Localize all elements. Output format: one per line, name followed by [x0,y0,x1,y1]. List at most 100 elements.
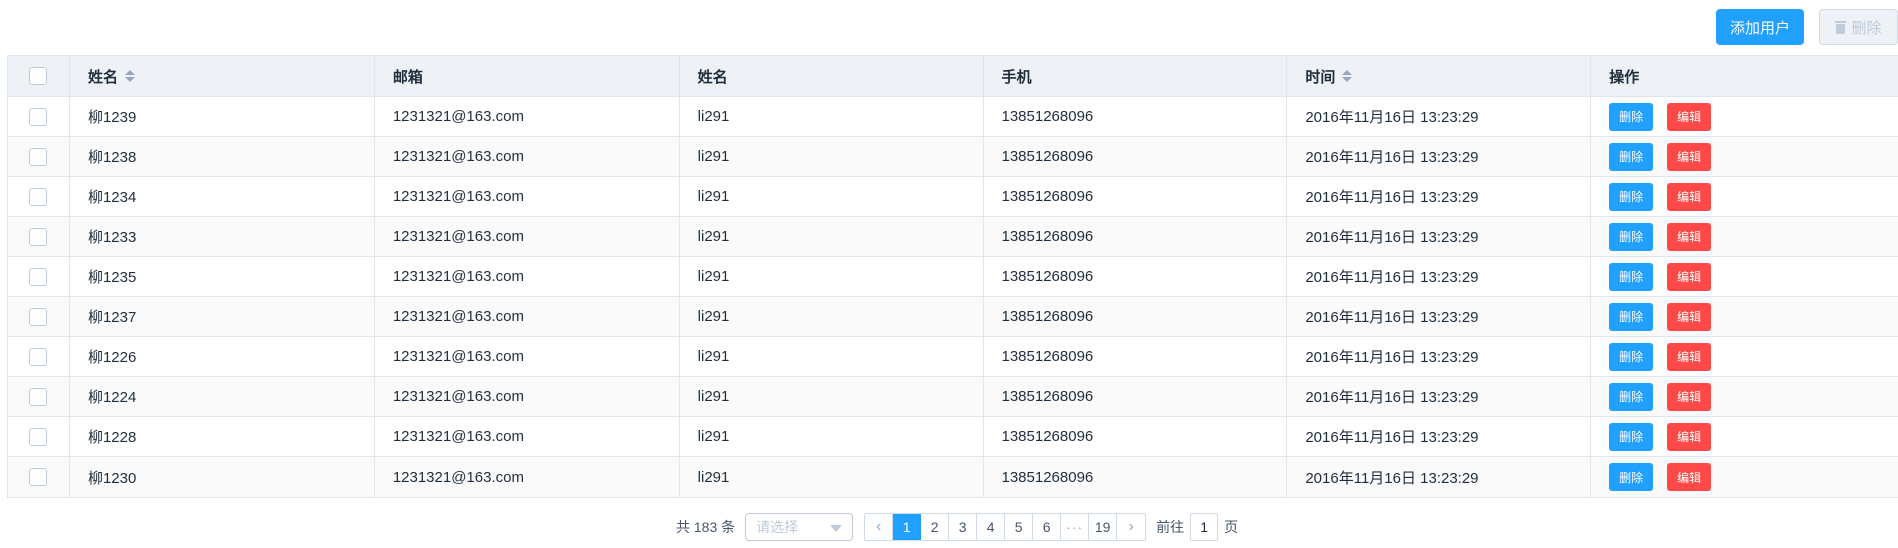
goto-suffix: 页 [1224,519,1239,535]
pagination-total: 共 183 条 [676,519,736,535]
more-pages-button[interactable]: ··· [1061,514,1090,540]
select-all-checkbox[interactable] [29,67,48,85]
page-size-select[interactable]: 请选择 [745,513,854,541]
cell-phone: 13851268096 [984,457,1288,497]
row-delete-button[interactable]: 删除 [1609,142,1654,171]
cell-alias: li291 [680,297,984,336]
row-delete-button[interactable]: 删除 [1609,262,1654,291]
row-checkbox[interactable] [29,347,48,366]
row-checkbox[interactable] [29,107,48,126]
header-time[interactable]: 时间 [1287,56,1592,96]
row-delete-button[interactable]: 删除 [1609,422,1654,451]
header-email: 邮箱 [375,56,680,96]
cell-alias: li291 [680,257,984,296]
prev-page-button[interactable]: ‹ [865,514,894,540]
page-button[interactable]: 4 [977,514,1006,540]
row-delete-button[interactable]: 删除 [1609,382,1654,411]
row-checkbox[interactable] [29,227,48,246]
goto-page-input[interactable]: 1 [1190,513,1219,541]
header-select-cell [8,56,70,96]
cell-email: 1231321@163.com [375,177,680,216]
cell-phone: 13851268096 [984,217,1288,256]
row-delete-button[interactable]: 删除 [1609,182,1654,211]
cell-name: 柳1233 [70,217,375,256]
cell-email: 1231321@163.com [375,257,680,296]
row-delete-button[interactable]: 删除 [1609,222,1654,251]
page-button[interactable]: 19 [1089,514,1118,540]
cell-phone: 13851268096 [984,257,1288,296]
page-button[interactable]: 1 [893,514,922,540]
row-select-cell [8,217,70,256]
cell-phone: 13851268096 [984,417,1288,456]
cell-actions: 删除 编辑 [1591,457,1898,497]
table-header: 姓名 邮箱 姓名 手机 时间 操作 [8,56,1898,97]
row-checkbox[interactable] [29,267,48,286]
cell-email: 1231321@163.com [375,417,680,456]
row-checkbox[interactable] [29,468,48,486]
cell-actions: 删除 编辑 [1591,377,1898,416]
cell-alias: li291 [680,337,984,376]
row-edit-button[interactable]: 编辑 [1667,102,1712,131]
batch-delete-label: 删除 [1851,19,1882,37]
cell-actions: 删除 编辑 [1591,217,1898,256]
cell-alias: li291 [680,137,984,176]
row-edit-button[interactable]: 编辑 [1667,382,1712,411]
row-edit-button[interactable]: 编辑 [1667,302,1712,331]
row-select-cell [8,177,70,216]
row-edit-button[interactable]: 编辑 [1667,463,1712,491]
row-delete-button[interactable]: 删除 [1609,463,1654,491]
page-button[interactable]: 5 [1005,514,1034,540]
page-button[interactable]: 2 [921,514,950,540]
row-delete-button[interactable]: 删除 [1609,342,1654,371]
row-checkbox[interactable] [29,187,48,206]
cell-name: 柳1238 [70,137,375,176]
pager-buttons: ‹ 1 2 3 4 5 6 ··· 19 › [864,513,1147,541]
cell-alias: li291 [680,97,984,136]
page-jumper: 前往 1 页 [1156,513,1238,541]
cell-email: 1231321@163.com [375,457,680,497]
page-button[interactable]: 3 [949,514,978,540]
add-user-button[interactable]: 添加用户 [1716,9,1804,45]
row-checkbox[interactable] [29,147,48,166]
table-row: 柳1228 1231321@163.com li291 13851268096 2016… [8,417,1898,457]
table-row: 柳1226 1231321@163.com li291 13851268096 2016… [8,337,1898,377]
table-row: 柳1237 1231321@163.com li291 13851268096 2016… [8,297,1898,337]
row-edit-button[interactable]: 编辑 [1667,182,1712,211]
cell-time: 2016年11月16日 13:23:29 [1287,297,1592,336]
cell-email: 1231321@163.com [375,137,680,176]
row-edit-button[interactable]: 编辑 [1667,262,1712,291]
sort-icon[interactable] [124,70,135,82]
row-delete-button[interactable]: 删除 [1609,302,1654,331]
cell-email: 1231321@163.com [375,297,680,336]
cell-name: 柳1226 [70,337,375,376]
users-table: 姓名 邮箱 姓名 手机 时间 操作 柳1239 1231321@163.com li… [7,55,1898,498]
cell-email: 1231321@163.com [375,377,680,416]
header-alias-label: 姓名 [697,68,728,86]
cell-name: 柳1235 [70,257,375,296]
row-edit-button[interactable]: 编辑 [1667,342,1712,371]
cell-actions: 删除 编辑 [1591,417,1898,456]
cell-alias: li291 [680,417,984,456]
batch-delete-button[interactable]: 删除 [1819,9,1898,45]
header-actions-label: 操作 [1609,68,1640,86]
next-page-button[interactable]: › [1117,514,1145,540]
cell-time: 2016年11月16日 13:23:29 [1287,457,1592,497]
table-row: 柳1224 1231321@163.com li291 13851268096 2016… [8,377,1898,417]
cell-time: 2016年11月16日 13:23:29 [1287,417,1592,456]
row-edit-button[interactable]: 编辑 [1667,422,1712,451]
cell-time: 2016年11月16日 13:23:29 [1287,377,1592,416]
row-checkbox[interactable] [29,307,48,326]
sort-icon[interactable] [1342,70,1353,82]
cell-time: 2016年11月16日 13:23:29 [1287,137,1592,176]
row-edit-button[interactable]: 编辑 [1667,142,1712,171]
header-name[interactable]: 姓名 [70,56,375,96]
row-delete-button[interactable]: 删除 [1609,102,1654,131]
cell-actions: 删除 编辑 [1591,177,1898,216]
header-time-label: 时间 [1305,68,1336,86]
cell-actions: 删除 编辑 [1591,97,1898,136]
row-edit-button[interactable]: 编辑 [1667,222,1712,251]
cell-actions: 删除 编辑 [1591,297,1898,336]
row-checkbox[interactable] [29,387,48,406]
page-button[interactable]: 6 [1033,514,1062,540]
row-checkbox[interactable] [29,427,48,446]
